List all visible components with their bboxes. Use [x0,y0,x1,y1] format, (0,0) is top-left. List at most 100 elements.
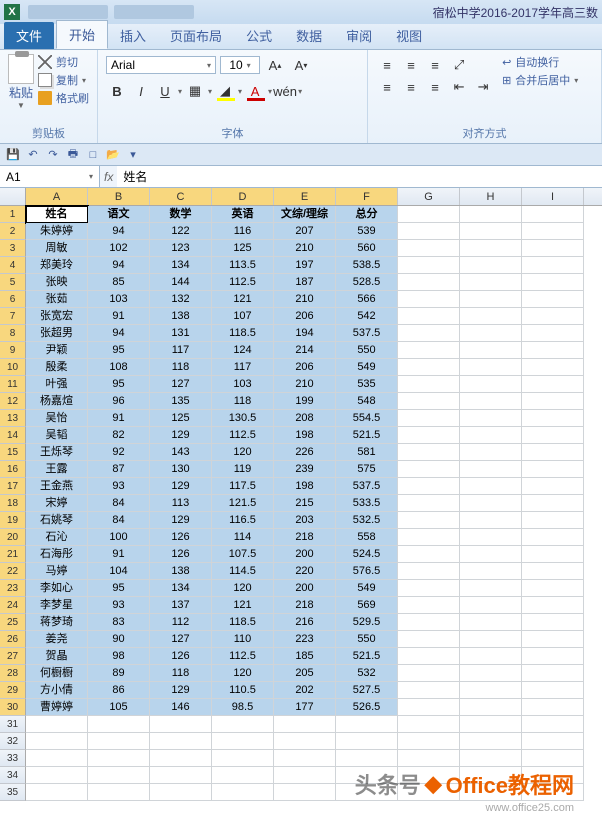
cell[interactable] [460,529,522,546]
cell[interactable] [460,750,522,767]
cell[interactable] [398,223,460,240]
cell[interactable] [522,512,584,529]
cell[interactable] [398,580,460,597]
row-header[interactable]: 31 [0,716,26,733]
cell[interactable] [460,240,522,257]
open-button[interactable]: 📂 [104,146,122,164]
cell[interactable]: 王露 [26,461,88,478]
cell[interactable]: 83 [88,614,150,631]
row-header[interactable]: 3 [0,240,26,257]
cell[interactable]: 110.5 [212,682,274,699]
cell[interactable] [398,699,460,716]
cell[interactable]: 126 [150,546,212,563]
column-header[interactable]: F [336,188,398,205]
cell[interactable]: 521.5 [336,427,398,444]
phonetic-button[interactable]: wén [274,80,296,102]
cell[interactable] [460,206,522,223]
cell[interactable]: 143 [150,444,212,461]
cell[interactable]: 朱婷婷 [26,223,88,240]
cell[interactable] [460,716,522,733]
decrease-font-button[interactable]: A▾ [290,54,312,76]
cell[interactable]: 117.5 [212,478,274,495]
row-header[interactable]: 12 [0,393,26,410]
row-header[interactable]: 14 [0,427,26,444]
row-header[interactable]: 22 [0,563,26,580]
row-header[interactable]: 26 [0,631,26,648]
row-header[interactable]: 1 [0,206,26,223]
row-header[interactable]: 11 [0,376,26,393]
cell[interactable] [522,716,584,733]
cell[interactable] [522,682,584,699]
cell[interactable] [522,580,584,597]
cell[interactable]: 210 [274,376,336,393]
cell[interactable]: 210 [274,240,336,257]
cell[interactable]: 112.5 [212,648,274,665]
cell[interactable]: 91 [88,410,150,427]
cell[interactable] [522,206,584,223]
cell[interactable]: 马婷 [26,563,88,580]
cell[interactable] [398,342,460,359]
cell[interactable] [398,631,460,648]
cell[interactable]: 120 [212,665,274,682]
cell[interactable]: 138 [150,308,212,325]
cell[interactable] [460,461,522,478]
cell[interactable] [398,308,460,325]
cell[interactable]: 533.5 [336,495,398,512]
cell[interactable]: 197 [274,257,336,274]
cell[interactable] [398,614,460,631]
column-header[interactable]: D [212,188,274,205]
cell[interactable]: 张茹 [26,291,88,308]
cell[interactable] [522,614,584,631]
column-header[interactable]: A [26,188,88,205]
cell[interactable] [398,257,460,274]
cell[interactable]: 218 [274,529,336,546]
row-header[interactable]: 35 [0,784,26,801]
cell[interactable] [460,342,522,359]
cell[interactable]: 239 [274,461,336,478]
font-name-select[interactable]: Arial▾ [106,56,216,74]
cell[interactable]: 108 [88,359,150,376]
cell[interactable]: 118.5 [212,325,274,342]
chevron-down-icon[interactable]: ▾ [298,87,302,96]
cell[interactable]: 121.5 [212,495,274,512]
workbook-tab[interactable] [28,5,108,19]
chevron-down-icon[interactable]: ▾ [178,87,182,96]
tab-home[interactable]: 开始 [56,20,108,49]
print-button[interactable]: 🖶 [64,146,82,164]
cell[interactable]: 112.5 [212,274,274,291]
row-header[interactable]: 28 [0,665,26,682]
cell[interactable]: 223 [274,631,336,648]
tab-page-layout[interactable]: 页面布局 [158,22,234,49]
cell[interactable]: 208 [274,410,336,427]
cell[interactable]: 95 [88,580,150,597]
cell[interactable]: 郑美玲 [26,257,88,274]
cell[interactable]: 93 [88,597,150,614]
cell[interactable] [88,750,150,767]
format-painter-button[interactable]: 格式刷 [38,90,89,106]
cell[interactable]: 叶强 [26,376,88,393]
cell[interactable] [460,631,522,648]
cell[interactable]: 119 [212,461,274,478]
cell[interactable] [274,733,336,750]
cell[interactable] [88,733,150,750]
cell[interactable]: 538.5 [336,257,398,274]
cell[interactable] [522,240,584,257]
cell[interactable]: 李如心 [26,580,88,597]
cell[interactable] [398,563,460,580]
cell[interactable] [274,716,336,733]
align-bottom-button[interactable]: ≡ [424,54,446,76]
cell[interactable]: 82 [88,427,150,444]
cell[interactable]: 姓名 [26,206,88,223]
cell[interactable]: 126 [150,529,212,546]
cell[interactable] [460,257,522,274]
cell[interactable] [398,750,460,767]
cell[interactable] [398,206,460,223]
cell[interactable]: 135 [150,393,212,410]
tab-insert[interactable]: 插入 [108,22,158,49]
cell[interactable]: 134 [150,580,212,597]
row-header[interactable]: 34 [0,767,26,784]
cell[interactable] [398,291,460,308]
cell[interactable]: 石海彤 [26,546,88,563]
cell[interactable] [88,784,150,801]
merge-center-button[interactable]: ⊞合并后居中▾ [502,72,578,88]
